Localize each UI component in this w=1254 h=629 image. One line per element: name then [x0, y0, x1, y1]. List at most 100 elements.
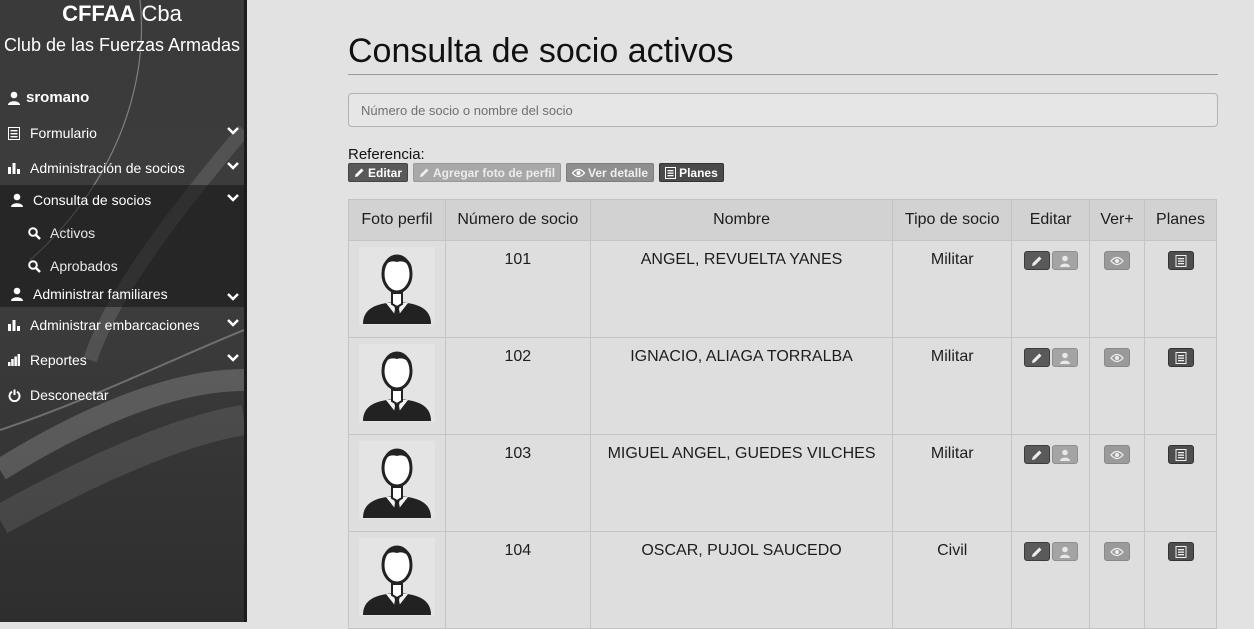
sidebar-item-label: Reportes [30, 352, 87, 368]
eye-icon [1110, 547, 1124, 556]
tipo-cell: Militar [892, 240, 1013, 338]
legend-ver-detalle: Ver detalle [566, 163, 655, 182]
legend-label: Editar [368, 165, 403, 180]
list-icon [665, 166, 677, 179]
sidebar-item-consulta-socios[interactable]: Consulta de socios [0, 185, 244, 215]
brand-subtitle: Club de las Fuerzas Armadas [3, 35, 241, 55]
table-row: 101 ANGEL, REVUELTA YANES Militar [348, 240, 1217, 338]
sidebar-item-label: Aprobados [50, 258, 118, 274]
nombre-cell: OSCAR, PUJOL SAUCEDO [589, 531, 894, 629]
tipo-cell: Militar [892, 337, 1013, 435]
add-photo-button[interactable] [1051, 348, 1078, 367]
members-table: Foto perfil Número de socio Nombre Tipo … [348, 199, 1217, 629]
username: sromano [26, 89, 90, 106]
chevron-down-icon [227, 319, 239, 327]
column-header: Número de socio [444, 199, 591, 241]
sidebar-item-label: Administración de socios [30, 160, 185, 176]
reference-legend: Editar Agregar foto de perfil Ver detall… [348, 163, 724, 182]
chevron-down-icon [227, 194, 239, 202]
profile-avatar-icon [358, 344, 435, 422]
search-input[interactable] [348, 93, 1218, 127]
chevron-down-icon [227, 127, 239, 135]
sidebar-item-desconectar[interactable]: Desconectar [0, 380, 244, 410]
edit-button[interactable] [1023, 348, 1050, 367]
table-row: 104 OSCAR, PUJOL SAUCEDO Civil [348, 531, 1217, 629]
plans-button[interactable] [1167, 445, 1194, 464]
column-header: Nombre [589, 199, 894, 241]
sidebar-item-reportes[interactable]: Reportes [0, 345, 244, 375]
sidebar-item-activos[interactable]: Activos [0, 218, 244, 248]
pencil-icon [355, 168, 364, 177]
profile-avatar-icon [358, 538, 435, 616]
photo-cell [348, 434, 446, 532]
nombre-cell: ANGEL, REVUELTA YANES [589, 240, 894, 338]
brand: CFFAA Cba Club de las Fuerzas Armadas [0, 0, 244, 56]
user-icon [1059, 449, 1070, 461]
reference-label: Referencia: [348, 146, 425, 163]
view-detail-button[interactable] [1104, 542, 1131, 561]
user-icon [1059, 352, 1070, 364]
editar-cell [1011, 337, 1091, 435]
chevron-down-icon [227, 162, 239, 170]
column-header: Editar [1011, 199, 1091, 241]
editar-cell [1011, 531, 1091, 629]
edit-button[interactable] [1023, 445, 1050, 464]
legend-editar: Editar [348, 163, 409, 182]
add-photo-button[interactable] [1051, 542, 1078, 561]
user-icon [1059, 255, 1070, 267]
sidebar-item-administrar-familiares[interactable]: Administrar familiares [0, 279, 244, 309]
plans-button[interactable] [1167, 251, 1194, 270]
bar-chart-icon [8, 320, 20, 331]
tipo-cell: Militar [892, 434, 1013, 532]
user-icon [1059, 546, 1070, 558]
plans-button[interactable] [1167, 348, 1194, 367]
sidebar-item-label: Desconectar [30, 387, 109, 403]
legend-label: Ver detalle [588, 165, 649, 180]
list-icon [1175, 545, 1186, 558]
plans-button[interactable] [1167, 542, 1194, 561]
view-detail-button[interactable] [1104, 348, 1131, 367]
brand-bold: CFFAA [62, 1, 136, 26]
numero-cell: 104 [444, 531, 591, 629]
sidebar-item-label: Administrar embarcaciones [30, 317, 200, 333]
profile-avatar-icon [358, 247, 435, 325]
view-detail-button[interactable] [1104, 251, 1131, 270]
nombre-cell: IGNACIO, ALIAGA TORRALBA [589, 337, 894, 435]
search-icon [27, 226, 41, 240]
sidebar-item-formulario[interactable]: Formulario [0, 118, 244, 148]
sidebar: CFFAA Cba Club de las Fuerzas Armadas sr… [0, 0, 244, 622]
numero-cell: 102 [444, 337, 591, 435]
user-profile-link[interactable]: sromano [7, 89, 89, 106]
edit-button[interactable] [1023, 542, 1050, 561]
chevron-down-icon [227, 293, 239, 301]
sidebar-item-administracion-socios[interactable]: Administración de socios [0, 153, 244, 183]
sidebar-item-aprobados[interactable]: Aprobados [0, 251, 244, 281]
sidebar-item-administrar-embarcaciones[interactable]: Administrar embarcaciones [0, 310, 244, 340]
edit-button[interactable] [1023, 251, 1050, 270]
photo-cell [348, 531, 446, 629]
numero-cell: 103 [444, 434, 591, 532]
list-icon [1175, 351, 1186, 364]
sidebar-item-label: Consulta de socios [33, 192, 152, 208]
add-photo-button[interactable] [1051, 445, 1078, 464]
page-title: Consulta de socio activos [348, 32, 734, 70]
brand-title: CFFAA Cba [0, 2, 244, 26]
sidebar-item-label: Activos [50, 225, 96, 241]
view-detail-button[interactable] [1104, 445, 1131, 464]
brand-rest: Cba [135, 1, 182, 26]
photo-cell [348, 240, 446, 338]
signal-icon [8, 354, 20, 366]
legend-planes: Planes [659, 163, 724, 182]
column-header: Foto perfil [348, 199, 446, 241]
pencil-icon [1031, 547, 1042, 557]
legend-label: Planes [679, 165, 718, 180]
add-photo-button[interactable] [1051, 251, 1078, 270]
planes-cell [1144, 531, 1217, 629]
photo-cell [348, 337, 446, 435]
ver-cell [1089, 434, 1145, 532]
sidebar-item-label: Administrar familiares [33, 286, 168, 302]
eye-icon [1110, 353, 1124, 362]
pencil-icon [1031, 450, 1042, 460]
planes-cell [1144, 434, 1217, 532]
user-icon [11, 287, 23, 301]
